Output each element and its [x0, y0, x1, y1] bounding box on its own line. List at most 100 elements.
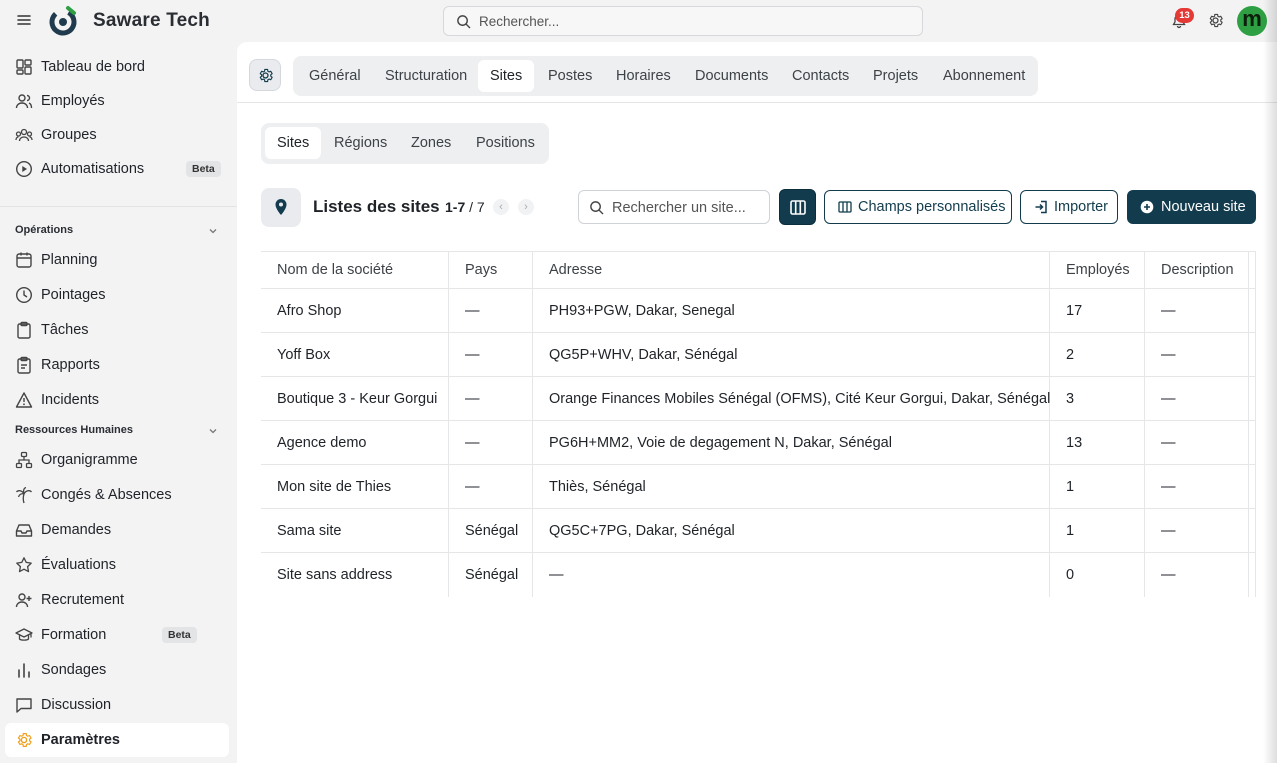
cell-description: — — [1145, 421, 1249, 464]
table-row[interactable]: Agence demo — PG6H+MM2, Voie de degageme… — [261, 421, 1256, 465]
column-header-description[interactable]: Description — [1145, 252, 1249, 288]
cell-employees: 2 — [1050, 333, 1145, 376]
cell-name: Sama site — [261, 509, 449, 552]
table-row[interactable]: Sama site Sénégal QG5C+7PG, Dakar, Sénég… — [261, 509, 1256, 553]
table-row[interactable]: Mon site de Thies — Thiès, Sénégal 1 — — [261, 465, 1256, 509]
sidebar-item-conges[interactable]: Congés & Absences — [5, 478, 229, 512]
cell-description: — — [1145, 377, 1249, 420]
tab-general[interactable]: Général — [297, 60, 373, 92]
column-header-name[interactable]: Nom de la société — [261, 252, 449, 288]
sidebar-item-taches[interactable]: Tâches — [5, 313, 229, 347]
column-header-address[interactable]: Adresse — [533, 252, 1050, 288]
new-site-button[interactable]: Nouveau site — [1127, 190, 1256, 224]
table-row[interactable]: Afro Shop — PH93+PGW, Dakar, Senegal 17 … — [261, 289, 1256, 333]
sidebar-item-label: Discussion — [41, 697, 112, 713]
sidebar-item-incidents[interactable]: Incidents — [5, 383, 229, 417]
sidebar-item-recrutement[interactable]: Recrutement — [5, 583, 229, 617]
sidebar-item-label: Demandes — [41, 522, 112, 538]
clipboard-icon — [17, 321, 31, 339]
global-search-placeholder: Rechercher... — [479, 14, 560, 29]
sidebar-item-label: Tâches — [41, 322, 89, 338]
import-button[interactable]: Importer — [1020, 190, 1118, 224]
sidebar-item-groups[interactable]: Groupes — [5, 118, 229, 152]
cell-description: — — [1145, 333, 1249, 376]
settings-tabs: Général Structuration Sites Postes Horai… — [293, 56, 1038, 96]
cell-name: Boutique 3 - Keur Gorgui — [261, 377, 449, 420]
cell-country: — — [449, 377, 533, 420]
sidebar-item-discussion[interactable]: Discussion — [5, 688, 229, 722]
header-divider — [237, 102, 1277, 103]
sidebar-item-demandes[interactable]: Demandes — [5, 513, 229, 547]
import-icon — [1035, 200, 1047, 214]
gear-icon[interactable] — [1207, 12, 1224, 29]
cell-address: — — [533, 553, 1050, 597]
sidebar-item-dashboard[interactable]: Tableau de bord — [5, 50, 229, 84]
cell-employees: 13 — [1050, 421, 1145, 464]
site-search-input[interactable]: Rechercher un site... — [578, 190, 770, 224]
column-header-employees[interactable]: Employés — [1050, 252, 1145, 288]
column-header-country[interactable]: Pays — [449, 252, 533, 288]
subtab-positions[interactable]: Positions — [464, 127, 547, 159]
sidebar-item-label: Incidents — [41, 392, 100, 408]
plus-circle-icon — [1140, 200, 1154, 214]
gear-icon — [259, 68, 273, 83]
cell-extra — [1249, 553, 1256, 597]
sidebar-item-organigramme[interactable]: Organigramme — [5, 443, 229, 477]
global-search-input[interactable]: Rechercher... — [443, 6, 923, 36]
settings-button[interactable] — [249, 59, 281, 91]
sidebar-item-sondages[interactable]: Sondages — [5, 653, 229, 687]
cell-country: Sénégal — [449, 553, 533, 597]
custom-fields-label: Champs personnalisés — [858, 199, 1006, 215]
sidebar-item-label: Rapports — [41, 357, 100, 373]
subtab-regions[interactable]: Régions — [322, 127, 399, 159]
clock-icon — [15, 286, 33, 304]
cell-name: Mon site de Thies — [261, 465, 449, 508]
sidebar-item-label: Formation — [41, 627, 107, 643]
sidebar: Tableau de bord Employés Groupes Automat… — [0, 42, 237, 763]
next-page-button[interactable]: › — [518, 199, 534, 215]
sidebar-item-parametres[interactable]: Paramètres — [5, 723, 229, 757]
table-header: Nom de la société Pays Adresse Employés … — [261, 251, 1256, 289]
table-row[interactable]: Site sans address Sénégal — 0 — — [261, 553, 1256, 597]
sidebar-item-rapports[interactable]: Rapports — [5, 348, 229, 382]
tab-abonnement[interactable]: Abonnement — [931, 60, 1037, 92]
table-row[interactable]: Yoff Box — QG5P+WHV, Dakar, Sénégal 2 — — [261, 333, 1256, 377]
subtab-zones[interactable]: Zones — [399, 127, 463, 159]
chevron-down-icon[interactable] — [208, 426, 218, 436]
subtab-sites[interactable]: Sites — [265, 127, 322, 159]
cell-name: Yoff Box — [261, 333, 449, 376]
menu-icon[interactable] — [17, 13, 31, 27]
cell-description: — — [1145, 509, 1249, 552]
location-icon-box — [261, 188, 301, 227]
custom-fields-button[interactable]: Champs personnalisés — [824, 190, 1012, 224]
columns-view-button[interactable] — [779, 189, 816, 225]
cell-extra — [1249, 377, 1256, 420]
dashboard-icon — [16, 59, 32, 75]
cell-employees: 17 — [1050, 289, 1145, 332]
tab-postes[interactable]: Postes — [536, 60, 604, 92]
tab-structuration[interactable]: Structuration — [373, 60, 479, 92]
section-title-rh: Ressources Humaines — [15, 424, 133, 436]
sidebar-item-pointages[interactable]: Pointages — [5, 278, 229, 312]
sidebar-item-formation[interactable]: Formation Beta — [5, 618, 229, 652]
chevron-down-icon[interactable] — [208, 226, 218, 236]
prev-page-button[interactable]: ‹ — [493, 199, 509, 215]
cell-employees: 1 — [1050, 509, 1145, 552]
sidebar-item-automations[interactable]: Automatisations Beta — [5, 152, 229, 186]
tab-horaires[interactable]: Horaires — [604, 60, 683, 92]
logo-icon[interactable] — [48, 5, 78, 37]
tab-documents[interactable]: Documents — [683, 60, 780, 92]
tab-contacts[interactable]: Contacts — [780, 60, 861, 92]
tab-projets[interactable]: Projets — [861, 60, 930, 92]
sidebar-item-employees[interactable]: Employés — [5, 84, 229, 118]
sidebar-item-planning[interactable]: Planning — [5, 243, 229, 277]
sidebar-item-label: Recrutement — [41, 592, 125, 608]
sidebar-item-evaluations[interactable]: Évaluations — [5, 548, 229, 582]
sidebar-item-label: Tableau de bord — [41, 59, 145, 75]
table-row[interactable]: Boutique 3 - Keur Gorgui — Orange Financ… — [261, 377, 1256, 421]
site-search-placeholder: Rechercher un site... — [612, 200, 746, 216]
tab-sites[interactable]: Sites — [478, 60, 535, 92]
sidebar-item-label: Sondages — [41, 662, 107, 678]
star-icon — [16, 557, 32, 573]
cell-extra — [1249, 421, 1256, 464]
